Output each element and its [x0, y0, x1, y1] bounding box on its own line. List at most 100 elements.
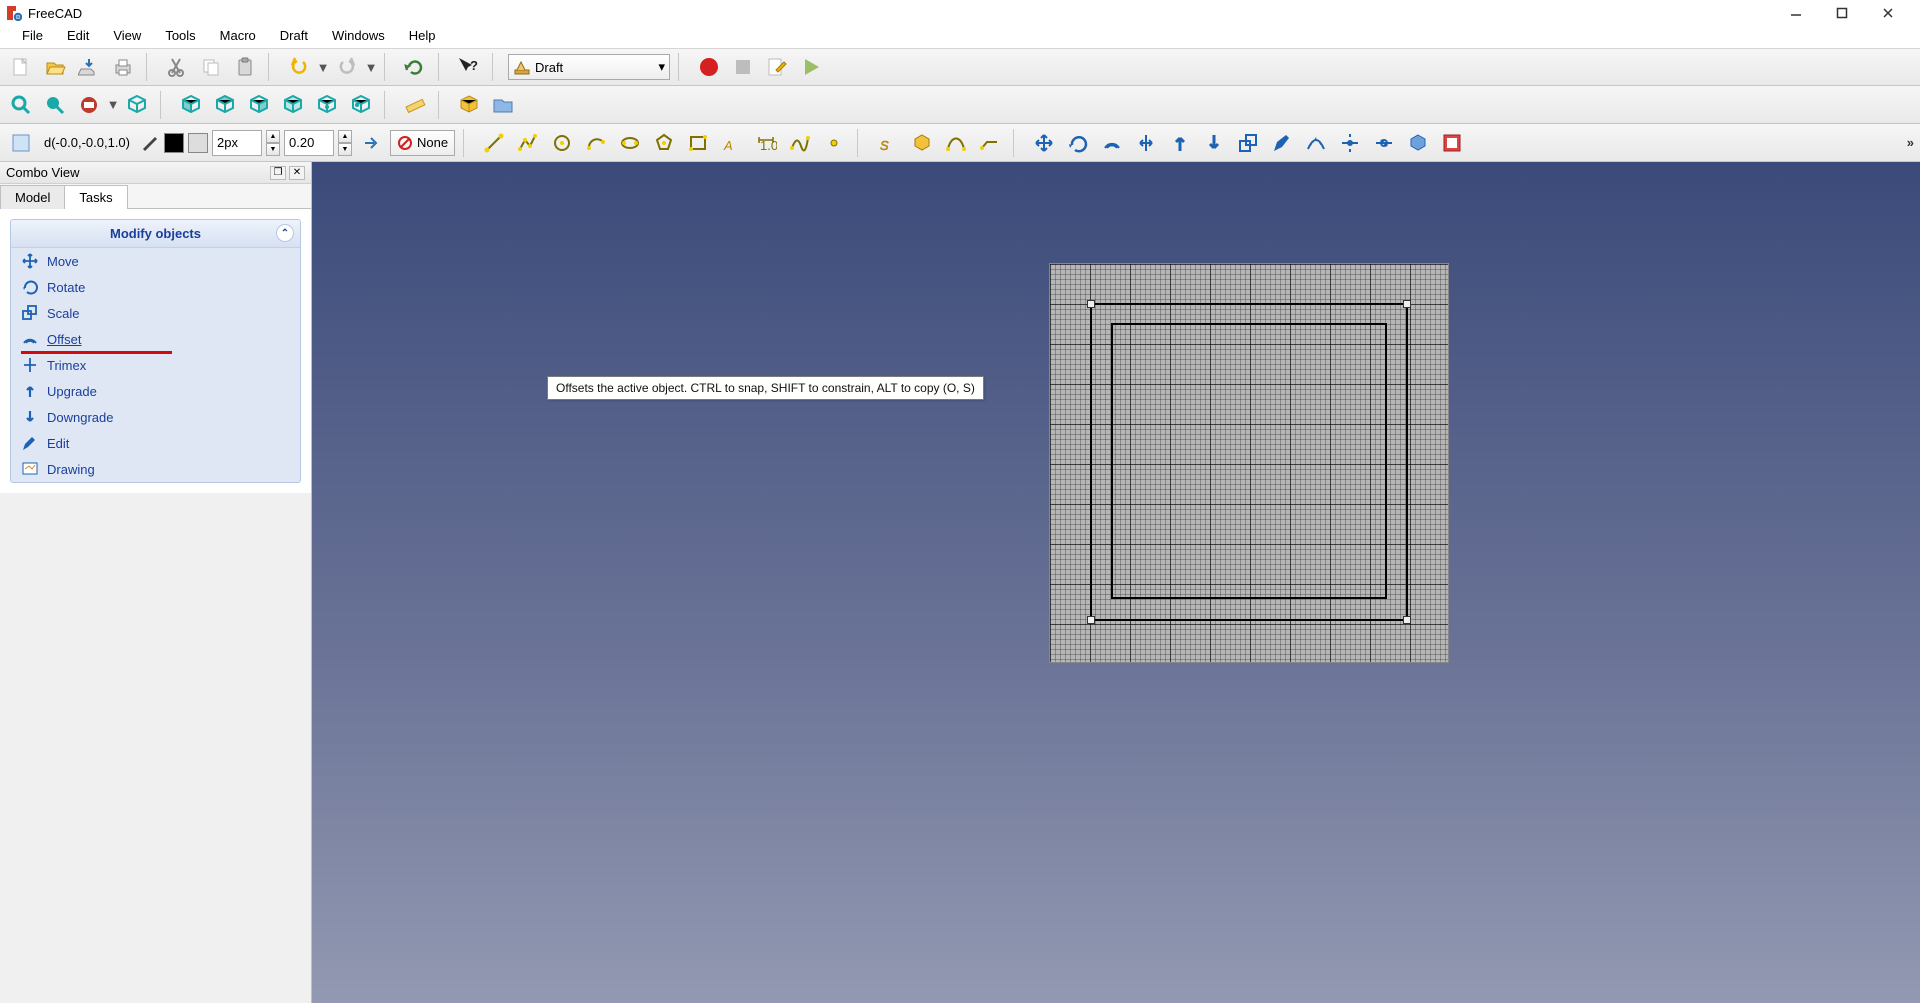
draft-bezier-button[interactable] — [941, 128, 971, 158]
task-move[interactable]: Move — [11, 248, 300, 274]
toggle-construction-button[interactable] — [138, 128, 160, 158]
face-color-swatch[interactable] — [188, 133, 208, 153]
draft-rotate-button[interactable] — [1063, 128, 1093, 158]
menu-help[interactable]: Help — [397, 26, 448, 45]
tab-model[interactable]: Model — [0, 185, 65, 209]
view-iso-button[interactable] — [122, 90, 152, 120]
draft-addpoint-button[interactable] — [1335, 128, 1365, 158]
draft-polygon-button[interactable] — [649, 128, 679, 158]
draft-arc-button[interactable] — [581, 128, 611, 158]
task-offset[interactable]: Offset — [11, 326, 300, 352]
cut-button[interactable] — [162, 52, 192, 82]
view-bottom-button[interactable] — [312, 90, 342, 120]
autogroup-selector[interactable]: None — [390, 130, 455, 156]
menu-file[interactable]: File — [10, 26, 55, 45]
draft-downgrade-button[interactable] — [1199, 128, 1229, 158]
draft-wire2bspline-button[interactable] — [1301, 128, 1331, 158]
view-rear-button[interactable] — [278, 90, 308, 120]
line-width-spinner[interactable]: ▲▼ — [266, 130, 280, 156]
view-front-button[interactable] — [176, 90, 206, 120]
panel-float-button[interactable]: ❐ — [270, 166, 286, 180]
panel-collapse-button[interactable]: ⌃ — [276, 224, 294, 242]
workbench-selector[interactable]: Draft ▾ — [508, 54, 670, 80]
menu-view[interactable]: View — [101, 26, 153, 45]
view-right-button[interactable] — [244, 90, 274, 120]
draft-trimex-button[interactable] — [1131, 128, 1161, 158]
tab-tasks[interactable]: Tasks — [64, 185, 127, 209]
draft-circle-button[interactable] — [547, 128, 577, 158]
part-button[interactable] — [454, 90, 484, 120]
apply-style-button[interactable] — [356, 128, 386, 158]
paste-button[interactable] — [230, 52, 260, 82]
draft-wire-button[interactable] — [513, 128, 543, 158]
draft-line-button[interactable] — [479, 128, 509, 158]
draft-draft2sketch-button[interactable] — [1437, 128, 1467, 158]
task-trimex[interactable]: Trimex — [11, 352, 300, 378]
open-button[interactable] — [40, 52, 70, 82]
draft-delpoint-button[interactable] — [1369, 128, 1399, 158]
menu-windows[interactable]: Windows — [320, 26, 397, 45]
draft-edit-button[interactable] — [1267, 128, 1297, 158]
macro-play-button[interactable] — [796, 52, 826, 82]
draft-offset-button[interactable] — [1097, 128, 1127, 158]
measure-button[interactable] — [400, 90, 430, 120]
draft-point-button[interactable] — [819, 128, 849, 158]
font-size-input[interactable]: 0.20 — [284, 130, 334, 156]
toolbar-overflow-button[interactable]: » — [1907, 135, 1914, 150]
line-width-input[interactable]: 2px — [212, 130, 262, 156]
window-close-button[interactable] — [1868, 0, 1914, 26]
menu-draft[interactable]: Draft — [268, 26, 320, 45]
draft-rectangle-button[interactable] — [683, 128, 713, 158]
window-maximize-button[interactable] — [1822, 0, 1868, 26]
svg-text:?: ? — [470, 58, 478, 73]
refresh-button[interactable] — [400, 52, 430, 82]
undo-button[interactable] — [284, 52, 314, 82]
task-edit[interactable]: Edit — [11, 430, 300, 456]
group-button[interactable] — [488, 90, 518, 120]
macro-record-button[interactable] — [694, 52, 724, 82]
line-color-swatch[interactable] — [164, 133, 184, 153]
font-size-spinner[interactable]: ▲▼ — [338, 130, 352, 156]
draft-upgrade-button[interactable] — [1165, 128, 1195, 158]
task-rotate[interactable]: Rotate — [11, 274, 300, 300]
macro-stop-button[interactable] — [728, 52, 758, 82]
draft-dimension-button[interactable]: 1.00 — [751, 128, 781, 158]
draft-text-button[interactable]: A — [717, 128, 747, 158]
view-left-button[interactable] — [346, 90, 376, 120]
draft-move-button[interactable] — [1029, 128, 1059, 158]
draft-facebinder-button[interactable] — [907, 128, 937, 158]
undo-dropdown[interactable]: ▼ — [318, 60, 328, 75]
draft-bspline-button[interactable] — [785, 128, 815, 158]
task-drawing[interactable]: Drawing — [11, 456, 300, 482]
zoom-fit-button[interactable] — [6, 90, 36, 120]
view-top-button[interactable] — [210, 90, 240, 120]
draft-scale-button[interactable] — [1233, 128, 1263, 158]
copy-button[interactable] — [196, 52, 226, 82]
draft-ellipse-button[interactable] — [615, 128, 645, 158]
draft-shapestring-button[interactable]: S — [873, 128, 903, 158]
redo-button[interactable] — [332, 52, 362, 82]
task-downgrade[interactable]: Downgrade — [11, 404, 300, 430]
draw-style-button[interactable] — [74, 90, 104, 120]
menu-edit[interactable]: Edit — [55, 26, 101, 45]
task-scale[interactable]: Scale — [11, 300, 300, 326]
draft-rectangle-inner[interactable] — [1111, 323, 1387, 599]
draft-label-button[interactable] — [975, 128, 1005, 158]
panel-close-button[interactable]: ✕ — [289, 166, 305, 180]
print-button[interactable] — [108, 52, 138, 82]
whats-this-button[interactable]: ? — [454, 52, 484, 82]
macro-edit-button[interactable] — [762, 52, 792, 82]
new-button[interactable] — [6, 52, 36, 82]
task-upgrade[interactable]: Upgrade — [11, 378, 300, 404]
menu-tools[interactable]: Tools — [153, 26, 207, 45]
3d-viewport[interactable]: Offsets the active object. CTRL to snap,… — [312, 162, 1920, 1003]
menu-macro[interactable]: Macro — [208, 26, 268, 45]
zoom-selection-button[interactable] — [40, 90, 70, 120]
draw-style-dropdown[interactable]: ▼ — [108, 97, 118, 112]
redo-dropdown[interactable]: ▼ — [366, 60, 376, 75]
save-button[interactable] — [74, 52, 104, 82]
task-offset-label: Offset — [47, 332, 81, 347]
window-minimize-button[interactable] — [1776, 0, 1822, 26]
working-plane-button[interactable] — [6, 128, 36, 158]
draft-shape2d-button[interactable] — [1403, 128, 1433, 158]
